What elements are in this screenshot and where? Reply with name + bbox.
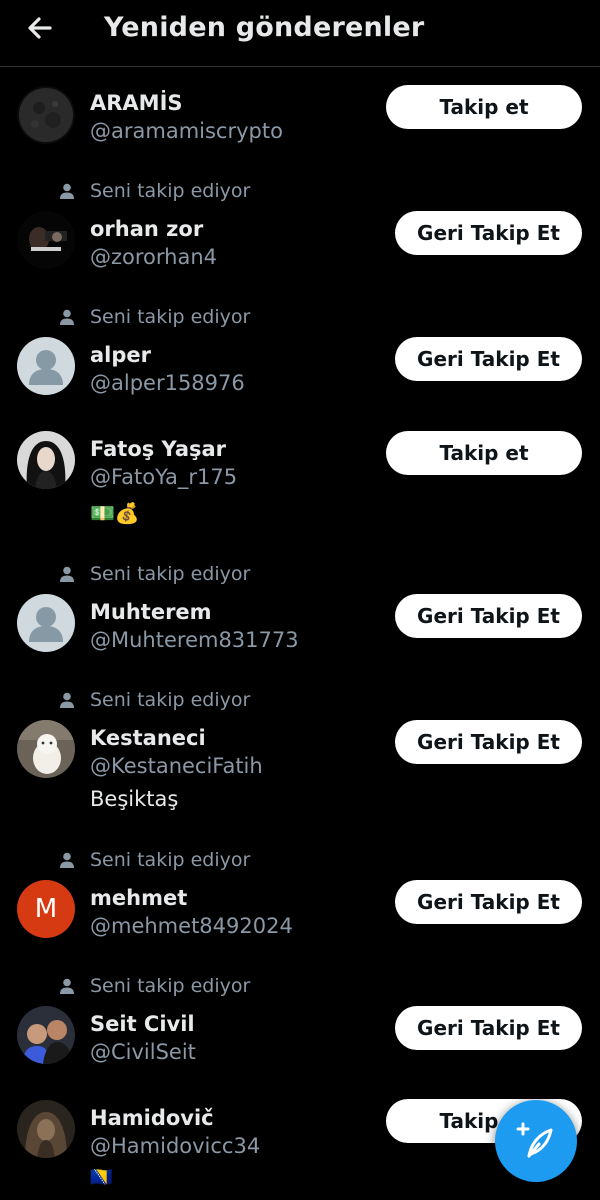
follows-you-label: Seni takip ediyor xyxy=(58,974,250,998)
page-title: Yeniden gönderenler xyxy=(104,12,425,43)
follow-back-button[interactable]: Geri Takip Et xyxy=(395,720,582,764)
follows-you-label: Seni takip ediyor xyxy=(58,179,250,203)
avatar[interactable] xyxy=(17,720,75,778)
avatar[interactable] xyxy=(17,1100,75,1158)
person-icon xyxy=(60,978,74,994)
follows-you-text: Seni takip ediyor xyxy=(90,306,251,328)
follow-back-button[interactable]: Geri Takip Et xyxy=(395,1006,582,1050)
follow-back-button[interactable]: Geri Takip Et xyxy=(395,337,582,381)
user-handle[interactable]: @Muhterem831773 xyxy=(90,626,299,654)
avatar[interactable] xyxy=(17,86,75,144)
user-handle[interactable]: @FatoYa_r175 xyxy=(90,463,237,491)
user-display-name[interactable]: Fatoş Yaşar xyxy=(90,435,226,463)
user-bio: 🇧🇦 xyxy=(90,1167,113,1188)
follows-you-text: Seni takip ediyor xyxy=(90,849,251,871)
person-icon xyxy=(60,692,74,708)
follow-back-button[interactable]: Geri Takip Et xyxy=(395,211,582,255)
user-display-name[interactable]: ARAMİS xyxy=(90,89,183,117)
follow-back-button[interactable]: Geri Takip Et xyxy=(395,880,582,924)
user-display-name[interactable]: Muhterem xyxy=(90,598,212,626)
follows-you-label: Seni takip ediyor xyxy=(58,305,250,329)
avatar[interactable] xyxy=(17,1006,75,1064)
user-display-name[interactable]: mehmet xyxy=(90,884,187,912)
user-display-name[interactable]: Hamidovič xyxy=(90,1104,214,1132)
follows-you-label: Seni takip ediyor xyxy=(58,688,250,712)
user-handle[interactable]: @aramamiscrypto xyxy=(90,117,283,145)
default-avatar[interactable] xyxy=(17,594,75,652)
person-icon xyxy=(60,183,74,199)
user-display-name[interactable]: Kestaneci xyxy=(90,724,206,752)
follow-button[interactable]: Takip et xyxy=(386,431,582,475)
back-button[interactable] xyxy=(22,10,58,46)
person-icon xyxy=(60,309,74,325)
avatar[interactable] xyxy=(17,431,75,489)
default-avatar[interactable] xyxy=(17,337,75,395)
arrow-left-icon xyxy=(28,17,52,39)
follows-you-label: Seni takip ediyor xyxy=(58,562,250,586)
letter-avatar[interactable]: M xyxy=(17,880,75,938)
follows-you-text: Seni takip ediyor xyxy=(90,689,251,711)
user-handle[interactable]: @Hamidovicc34 xyxy=(90,1132,260,1160)
compose-post-icon xyxy=(516,1122,553,1158)
person-icon xyxy=(60,566,74,582)
user-handle[interactable]: @alper158976 xyxy=(90,369,245,397)
user-handle[interactable]: @KestaneciFatih xyxy=(90,752,263,780)
user-bio: 💵💰 xyxy=(90,501,140,525)
avatar[interactable] xyxy=(17,211,75,269)
user-handle[interactable]: @mehmet8492024 xyxy=(90,912,293,940)
top-app-bar: Yeniden gönderenler xyxy=(0,0,600,67)
follow-back-button[interactable]: Geri Takip Et xyxy=(395,594,582,638)
avatar-letter: M xyxy=(34,894,58,924)
follows-you-text: Seni takip ediyor xyxy=(90,975,251,997)
person-icon xyxy=(60,852,74,868)
compose-post-button[interactable] xyxy=(495,1100,577,1182)
user-handle[interactable]: @zororhan4 xyxy=(90,243,217,271)
user-handle[interactable]: @CivilSeit xyxy=(90,1038,196,1066)
follows-you-text: Seni takip ediyor xyxy=(90,563,251,585)
follows-you-text: Seni takip ediyor xyxy=(90,180,251,202)
user-display-name[interactable]: Seit Civil xyxy=(90,1010,195,1038)
user-display-name[interactable]: alper xyxy=(90,341,151,369)
user-display-name[interactable]: orhan zor xyxy=(90,215,203,243)
follow-button[interactable]: Takip et xyxy=(386,85,582,129)
follows-you-label: Seni takip ediyor xyxy=(58,848,250,872)
user-bio: Beşiktaş xyxy=(90,787,179,811)
